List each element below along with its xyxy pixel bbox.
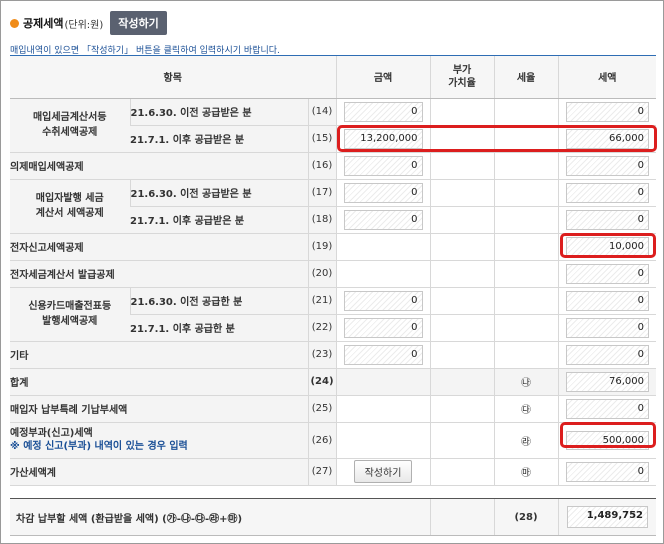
row-number: (20) — [307, 260, 337, 288]
total-label: 차감 납부할 세액 (환급받을 세액) (㉮-㉯-㉰-㉱+㉲) — [10, 498, 430, 536]
tax-field[interactable]: 0 — [565, 155, 650, 176]
row-label: 합계 — [10, 368, 308, 396]
tax-field[interactable]: 0 — [565, 263, 650, 284]
total-number: (28) — [493, 498, 558, 536]
table-row: 매입자 납부특례 기납부세액 (25) ㉰ 0 — [10, 395, 657, 423]
row-number: (19) — [307, 233, 337, 261]
row-number: (27) — [307, 458, 337, 486]
section-header: 공제세액 (단위:원) 작성하기 — [10, 11, 167, 35]
row-label: 기타 — [10, 341, 308, 369]
row-number: (16) — [307, 152, 337, 180]
amount-field[interactable]: 0 — [343, 101, 423, 122]
table-row: 전자세금계산서 발급공제 (20) 0 — [10, 260, 657, 288]
amount-field[interactable]: 0 — [343, 344, 423, 365]
table-row: 가산세액계 (27) 작성하기 ㉲ 0 — [10, 458, 657, 486]
group-label: 신용카드매출전표등 발행세액공제 — [10, 287, 130, 342]
total-table: 차감 납부할 세액 (환급받을 세액) (㉮-㉯-㉰-㉱+㉲) (28) 1,4… — [10, 498, 656, 536]
table-row: 매입세금계산서등 수취세액공제 21.6.30. 이전 공급받은 분 (14) … — [10, 98, 657, 153]
deduction-table: 항목 금액 부가 가치율 세율 세액 매입세금계산서등 수취세액공제 21.6.… — [10, 56, 657, 486]
tax-field[interactable]: 0 — [565, 290, 650, 311]
highlight-row-15 — [337, 125, 657, 152]
tax-field[interactable]: 0 — [565, 209, 650, 230]
symbol-label: ㉲ — [493, 458, 559, 486]
table-row: 매입자발행 세금 계산서 세액공제 21.6.30. 이전 공급받은 분 (17… — [10, 179, 657, 234]
row-label: 가산세액계 — [10, 458, 308, 486]
bullet-icon — [10, 18, 19, 28]
row-label: 21.6.30. 이전 공급받은 분 — [129, 179, 308, 207]
table-row: 합계 (24) ㉯ 76,000 — [10, 368, 657, 396]
col-header-tax: 세액 — [557, 56, 657, 99]
highlight-row-19 — [560, 233, 656, 258]
row-number: (25) — [307, 395, 337, 423]
group-label: 매입세금계산서등 수취세액공제 — [10, 98, 130, 153]
amount-field[interactable]: 0 — [343, 290, 423, 311]
symbol-label: ㉱ — [493, 422, 559, 459]
tax-field[interactable]: 0 — [565, 317, 650, 338]
row-number: (26) — [307, 422, 337, 459]
row-label: 21.6.30. 이전 공급한 분 — [129, 287, 308, 315]
col-header-tax-rate: 세율 — [493, 56, 559, 99]
row-label: 21.7.1. 이후 공급한 분 — [130, 314, 308, 342]
row-number: (21) — [307, 287, 337, 315]
total-tax-field[interactable]: 1,489,752 — [566, 506, 648, 528]
table-row: 의제매입세액공제 (16) 0 0 — [10, 152, 657, 180]
row-label: 예정부과(신고)세액 — [10, 428, 93, 439]
tax-field[interactable]: 0 — [565, 182, 650, 203]
row-label-group: 예정부과(신고)세액 ※ 예정 신고(부과) 내역이 있는 경우 입력 — [10, 422, 308, 459]
amount-field[interactable]: 0 — [343, 155, 423, 176]
row-number: (24) — [307, 368, 337, 396]
table-row: 기타 (23) 0 0 — [10, 341, 657, 369]
col-header-vat-rate: 부가 가치율 — [429, 56, 495, 99]
row-label: 매입자 납부특례 기납부세액 — [10, 395, 308, 423]
row-number: (22) — [307, 314, 337, 342]
highlight-row-26 — [560, 422, 656, 448]
col-header-amount: 금액 — [335, 56, 431, 99]
tax-field[interactable]: 0 — [565, 344, 650, 365]
tax-field[interactable]: 76,000 — [565, 371, 650, 392]
amount-field[interactable]: 0 — [343, 209, 423, 230]
section-title: 공제세액 — [23, 17, 64, 30]
row-number: (15) — [307, 125, 337, 153]
row-label: 21.7.1. 이후 공급받은 분 — [130, 125, 308, 153]
row-number: (17) — [307, 179, 337, 207]
tax-field[interactable]: 0 — [565, 461, 650, 482]
row-label: 21.7.1. 이후 공급받은 분 — [130, 206, 308, 234]
row-label: 21.6.30. 이전 공급받은 분 — [129, 98, 308, 126]
group-label: 매입자발행 세금 계산서 세액공제 — [10, 179, 130, 234]
row-label: 의제매입세액공제 — [10, 152, 308, 180]
unit-label: (단위:원) — [64, 19, 104, 31]
tax-field[interactable]: 0 — [565, 101, 650, 122]
table-row: 신용카드매출전표등 발행세액공제 21.6.30. 이전 공급한 분 (21) … — [10, 287, 657, 342]
amount-field[interactable]: 0 — [343, 317, 423, 338]
amount-field[interactable]: 0 — [343, 182, 423, 203]
symbol-label: ㉰ — [493, 395, 559, 423]
row-number: (18) — [307, 206, 337, 234]
row-label: 전자세금계산서 발급공제 — [10, 260, 308, 288]
symbol-label: ㉯ — [493, 368, 559, 396]
write-button-top[interactable]: 작성하기 — [110, 11, 167, 35]
col-header-item: 항목 — [10, 56, 337, 99]
row-note: ※ 예정 신고(부과) 내역이 있는 경우 입력 — [10, 441, 188, 452]
row-number: (23) — [307, 341, 337, 369]
write-button[interactable]: 작성하기 — [353, 460, 413, 483]
row-label: 전자신고세액공제 — [10, 233, 308, 261]
row-number: (14) — [307, 98, 337, 126]
tax-field[interactable]: 0 — [565, 398, 650, 419]
